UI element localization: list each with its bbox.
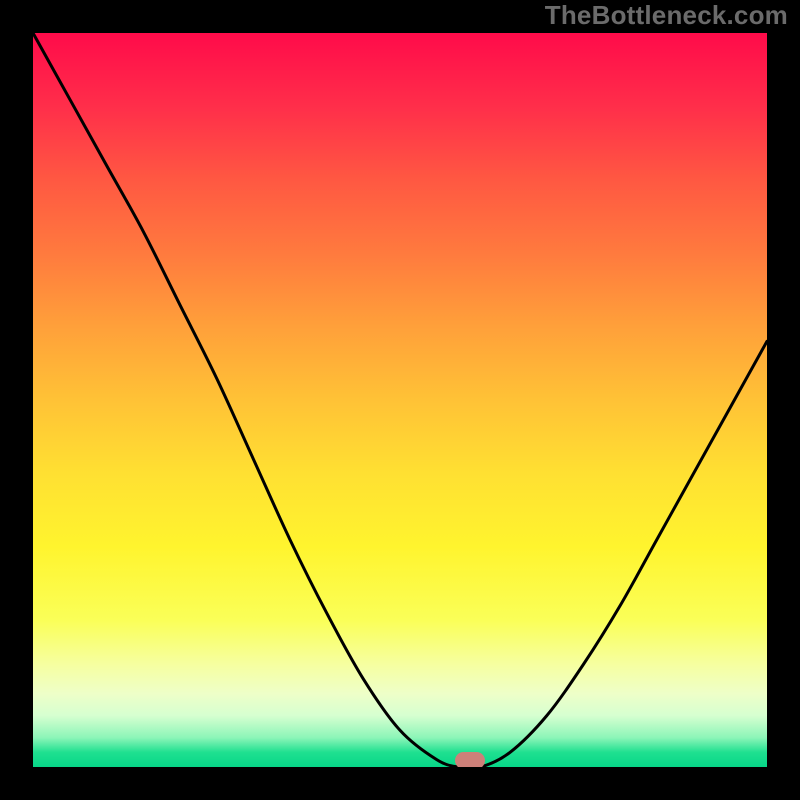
watermark-text: TheBottleneck.com — [545, 0, 788, 31]
chart-container: TheBottleneck.com — [0, 0, 800, 800]
baseline-marker — [455, 752, 485, 767]
plot-area — [33, 33, 767, 767]
bottleneck-curve — [33, 33, 767, 767]
